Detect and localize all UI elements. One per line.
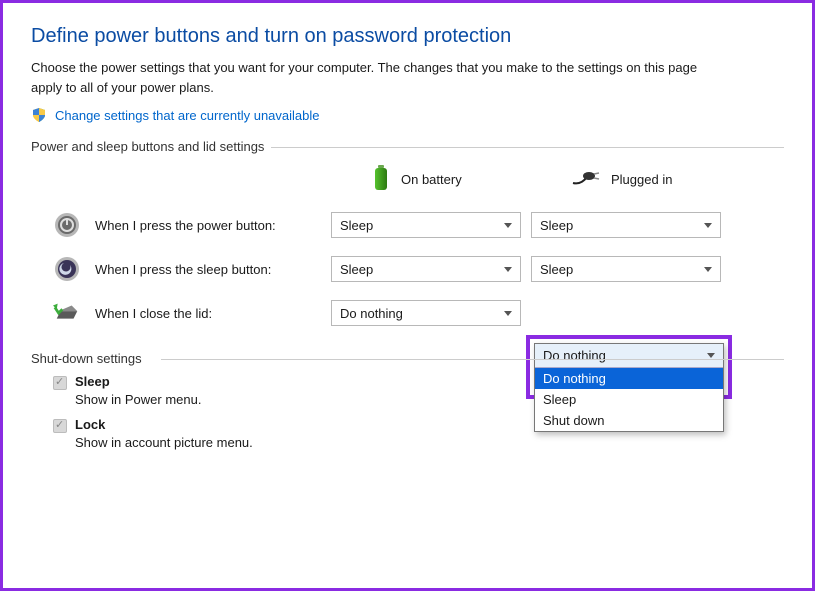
checkbox-lock-desc: Show in account picture menu. <box>75 435 784 450</box>
row-sleep-button: When I press the sleep button: <box>31 255 331 283</box>
option-shut-down[interactable]: Shut down <box>535 410 723 431</box>
row-close-lid: When I close the lid: <box>31 299 331 327</box>
column-on-battery: On battery <box>331 164 531 195</box>
change-settings-link-text[interactable]: Change settings that are currently unava… <box>55 108 320 123</box>
checkbox-lock-label: Lock <box>75 417 105 432</box>
select-sleep-plugged-value: Sleep <box>540 262 573 277</box>
select-lid-battery[interactable]: Do nothing <box>331 300 521 326</box>
section-power-sleep-lid: Power and sleep buttons and lid settings <box>31 139 784 154</box>
chevron-down-icon <box>704 267 712 272</box>
select-sleep-plugged[interactable]: Sleep <box>531 256 721 282</box>
row-sleep-button-label: When I press the sleep button: <box>95 262 271 277</box>
select-power-battery-value: Sleep <box>340 218 373 233</box>
row-power-button-label: When I press the power button: <box>95 218 276 233</box>
lid-icon <box>53 299 81 327</box>
checkbox-lock[interactable] <box>53 419 67 433</box>
select-power-battery[interactable]: Sleep <box>331 212 521 238</box>
change-settings-link[interactable]: Change settings that are currently unava… <box>31 107 784 123</box>
shield-icon <box>31 107 47 123</box>
select-sleep-battery[interactable]: Sleep <box>331 256 521 282</box>
option-sleep[interactable]: Sleep <box>535 389 723 410</box>
power-button-icon <box>53 211 81 239</box>
column-plugged-in: Plugged in <box>531 169 731 190</box>
column-plugged-in-label: Plugged in <box>611 172 672 187</box>
option-do-nothing[interactable]: Do nothing <box>535 368 723 389</box>
chevron-down-icon <box>504 267 512 272</box>
select-sleep-battery-value: Sleep <box>340 262 373 277</box>
section-shutdown-settings: Shut-down settings <box>31 351 784 366</box>
column-on-battery-label: On battery <box>401 172 462 187</box>
chevron-down-icon <box>504 311 512 316</box>
select-power-plugged[interactable]: Sleep <box>531 212 721 238</box>
row-power-button: When I press the power button: <box>31 211 331 239</box>
page-title: Define power buttons and turn on passwor… <box>31 25 784 48</box>
chevron-down-icon <box>704 223 712 228</box>
select-lid-battery-value: Do nothing <box>340 306 403 321</box>
select-power-plugged-value: Sleep <box>540 218 573 233</box>
intro-text: Choose the power settings that you want … <box>31 58 731 97</box>
row-close-lid-label: When I close the lid: <box>95 306 212 321</box>
plug-icon <box>571 169 601 190</box>
checkbox-sleep-label: Sleep <box>75 374 110 389</box>
checkbox-sleep[interactable] <box>53 376 67 390</box>
chevron-down-icon <box>504 223 512 228</box>
sleep-button-icon <box>53 255 81 283</box>
battery-icon <box>371 164 391 195</box>
